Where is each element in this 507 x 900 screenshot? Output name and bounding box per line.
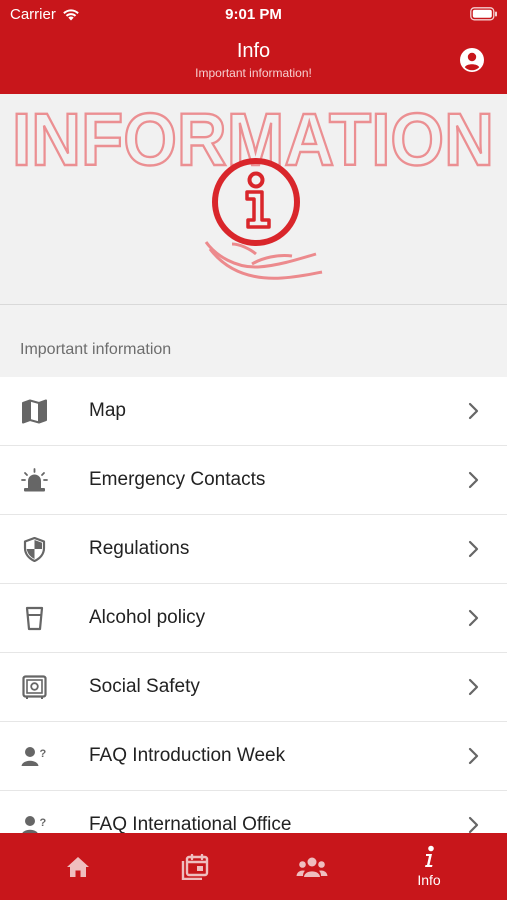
info-list: Map Emergency Contacts Regulations Alcoh… (0, 377, 507, 860)
list-item-label: Emergency Contacts (89, 469, 266, 490)
list-item-regulations[interactable]: Regulations (0, 515, 507, 584)
person-question-icon: ? (21, 747, 47, 766)
svg-text:?: ? (40, 817, 47, 829)
status-bar: Carrier 9:01 PM (0, 0, 507, 30)
info-icon (425, 845, 434, 867)
chevron-right-icon (468, 402, 479, 420)
chevron-right-icon (468, 678, 479, 696)
info-banner: INFORMATION (0, 94, 507, 305)
chevron-right-icon (468, 747, 479, 765)
tab-bar: Info (0, 833, 507, 900)
list-item-label: Regulations (89, 538, 190, 559)
calendar-icon (181, 853, 209, 880)
tab-label: Info (417, 872, 441, 888)
chevron-right-icon (468, 540, 479, 558)
list-item-label: FAQ Introduction Week (89, 745, 286, 766)
list-item-label: Alcohol policy (89, 607, 206, 628)
list-item-alcohol-policy[interactable]: Alcohol policy (0, 584, 507, 653)
list-item-social-safety[interactable]: Social Safety (0, 653, 507, 722)
list-item-emergency-contacts[interactable]: Emergency Contacts (0, 446, 507, 515)
tab-home[interactable] (38, 833, 118, 900)
people-icon (296, 857, 328, 877)
tab-info[interactable]: Info (389, 833, 469, 900)
list-item-label: Social Safety (89, 676, 200, 697)
app-header: Carrier 9:01 PM Info Important informati… (0, 0, 507, 94)
home-icon (67, 856, 89, 877)
safe-icon (22, 675, 47, 699)
battery-icon (470, 7, 497, 21)
page-title: Info (236, 40, 271, 62)
siren-icon (21, 468, 48, 492)
account-icon[interactable] (459, 47, 485, 73)
list-item-faq-introduction-week[interactable]: ? FAQ Introduction Week (0, 722, 507, 791)
section-header: Important information (20, 341, 172, 358)
banner-illustration: INFORMATION (11, 97, 495, 280)
page-subtitle: Important information! (195, 66, 312, 80)
shield-icon (23, 537, 46, 562)
status-time: 9:01 PM (225, 6, 282, 23)
list-item-map[interactable]: Map (0, 377, 507, 446)
tab-people[interactable] (272, 833, 352, 900)
map-icon (22, 399, 47, 424)
svg-text:?: ? (40, 748, 47, 760)
chevron-right-icon (468, 609, 479, 627)
banner-headline: INFORMATION (12, 98, 494, 181)
glass-icon (25, 606, 44, 631)
chevron-right-icon (468, 816, 479, 834)
list-item-label: Map (89, 400, 126, 421)
chevron-right-icon (468, 471, 479, 489)
tab-calendar[interactable] (155, 833, 235, 900)
